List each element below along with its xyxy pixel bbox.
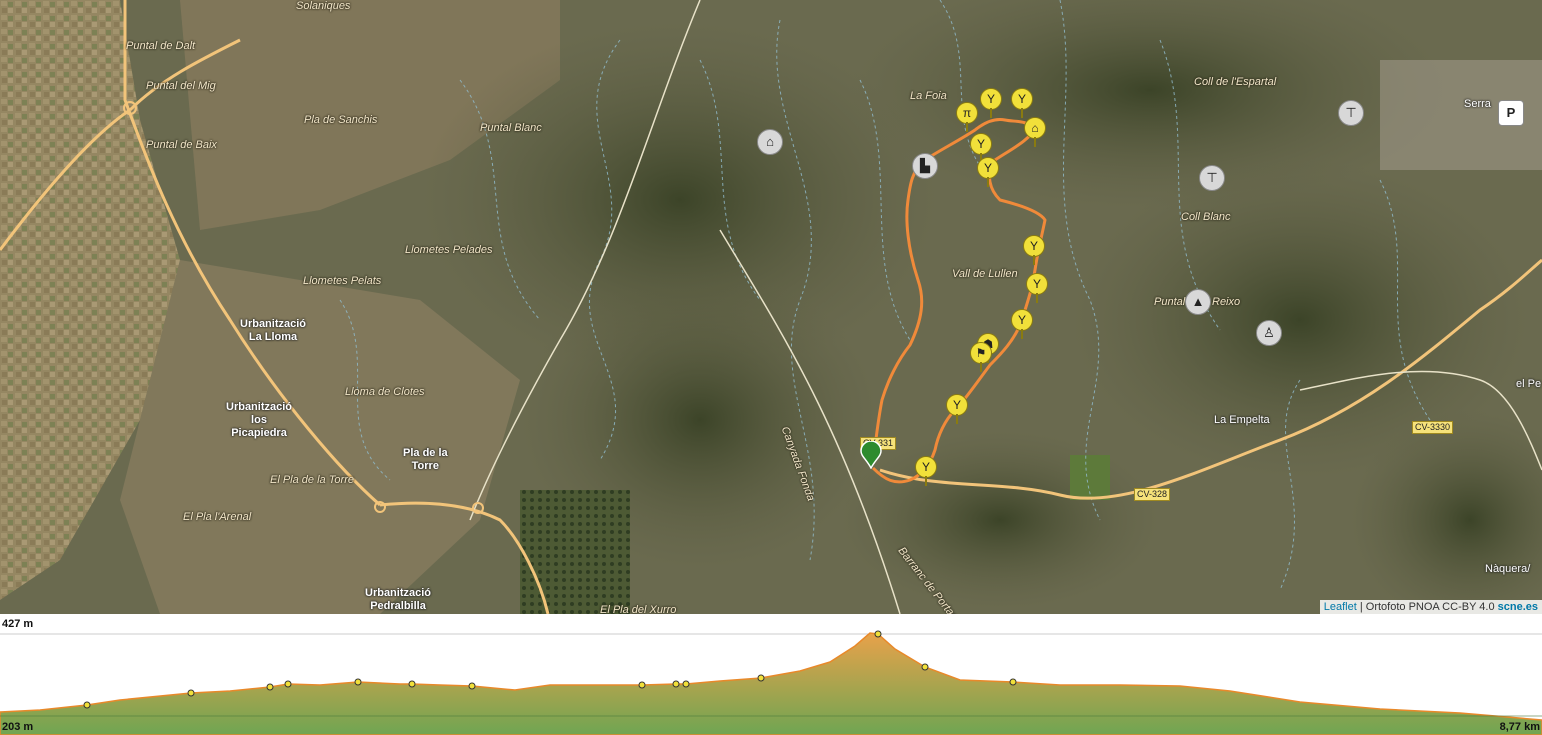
distance-label: 8,77 km [1499,721,1540,733]
pin-stem [956,414,958,424]
junction-icon: Y [1011,88,1033,110]
pin-stem [1021,329,1023,339]
factory-icon[interactable]: ▙ [912,153,938,179]
place-label: Coll de l'Espartal [1194,76,1277,88]
town-label-line: Pedralbilla [370,600,426,612]
place-label: Reixo [1212,296,1241,308]
waypoint-marker[interactable]: Y [977,157,999,187]
min-elevation-label: 203 m [2,721,34,733]
monument-icon[interactable]: ♙ [1256,320,1282,346]
cave-icon[interactable]: ⌂ [757,129,783,155]
town-label: Nàquera/ [1485,563,1531,575]
place-label: Solaniques [296,0,351,12]
pin-stem [987,177,989,187]
place-label: Puntal [1154,296,1186,308]
start-marker-icon[interactable] [860,441,882,469]
leaflet-link[interactable]: Leaflet [1324,601,1357,613]
town-label-line: Urbanització [240,318,307,330]
junction-icon: Y [970,133,992,155]
place-label: Puntal del Mig [146,80,216,92]
waypoint-marker[interactable]: Y [980,88,1002,118]
junction-icon: Y [980,88,1002,110]
map-attribution: Leaflet | Ortofoto PNOA CC-BY 4.0 scne.e… [1319,600,1542,614]
water-tap-icon[interactable]: ⊤ [1199,165,1225,191]
place-label: Pla de Sanchis [304,114,378,126]
road-label: CV-3330 [1412,421,1454,434]
junction-icon: Y [1026,273,1048,295]
place-label: Lloma de Clotes [345,386,425,398]
place-label: Vall de Lullen [952,268,1018,280]
town-label-line: Torre [411,460,439,472]
town-label: Serra [1464,98,1491,110]
elevation-chart [0,630,1542,735]
waypoint-marker[interactable]: Y [946,394,968,424]
waypoint-marker[interactable]: ⚑ [970,342,992,372]
waypoint-marker[interactable]: ⌂ [1024,117,1046,147]
place-label: Puntal Blanc [480,122,542,134]
town-label-line: Urbanització [365,587,432,599]
place-label: Llometes Pelades [405,244,493,256]
waypoint-marker[interactable]: Y [1011,309,1033,339]
place-label: El Pla del Xurro [600,604,677,614]
place-label: El Pla l'Arenal [183,511,252,523]
junction-icon: Y [1023,235,1045,257]
town-label: Urbanització Pedralbilla [365,587,431,613]
junction-icon: Y [977,157,999,179]
elevation-profile[interactable]: 427 m 203 m 8,77 km [0,614,1542,735]
peak-icon[interactable]: ▲ [1185,289,1211,315]
parking-icon[interactable]: P [1498,100,1524,126]
pin-stem [1021,108,1023,118]
place-label: El Pla de la Torre [270,474,354,486]
road-label: CV-328 [1134,488,1171,501]
town-label: Urbanització La Lloma [240,318,306,344]
town-label: Pla de la Torre [403,447,448,473]
town-label: el Pe [1516,378,1542,390]
town-label: La Empelta [1214,414,1270,426]
attribution-text: | Ortofoto PNOA CC-BY 4.0 [1356,601,1498,613]
water-tap-icon[interactable]: ⊤ [1338,100,1364,126]
waypoint-marker[interactable]: Y [915,456,937,486]
place-label: Puntal de Dalt [126,40,196,52]
pin-stem [1036,293,1038,303]
pin-stem [1034,137,1036,147]
scne-link[interactable]: scne.es [1498,601,1538,613]
pin-stem [990,108,992,118]
pin-stem [980,362,982,372]
shelter-icon: ⌂ [1024,117,1046,139]
place-label: Puntal de Baix [146,139,217,151]
viewpoint-icon: ⚑ [970,342,992,364]
town-label: Urbanització los Picapiedra [226,401,292,440]
junction-icon: Y [915,456,937,478]
pin-stem [1033,255,1035,265]
town-label-line: los [251,414,267,426]
waypoint-marker[interactable]: Y [1026,273,1048,303]
waypoint-marker[interactable]: π [956,102,978,132]
max-elevation-label: 427 m [2,618,34,630]
bench-icon: π [956,102,978,124]
waypoint-marker[interactable]: Y [1023,235,1045,265]
junction-icon: Y [946,394,968,416]
pin-stem [966,122,968,132]
town-label-line: La Lloma [248,331,298,343]
junction-icon: Y [1011,309,1033,331]
pin-stem [925,476,927,486]
town-label-line: Pla de la [403,447,448,459]
town-label-line: Picapiedra [231,427,287,439]
place-label: La Foia [910,90,947,102]
map-view[interactable]: Solaniques Puntal de Dalt Puntal del Mig… [0,0,1542,614]
waypoint-marker[interactable]: Y [1011,88,1033,118]
place-label: Coll Blanc [1181,211,1231,223]
town-label-line: Urbanització [226,401,293,413]
place-label: Llometes Pelats [303,275,382,287]
